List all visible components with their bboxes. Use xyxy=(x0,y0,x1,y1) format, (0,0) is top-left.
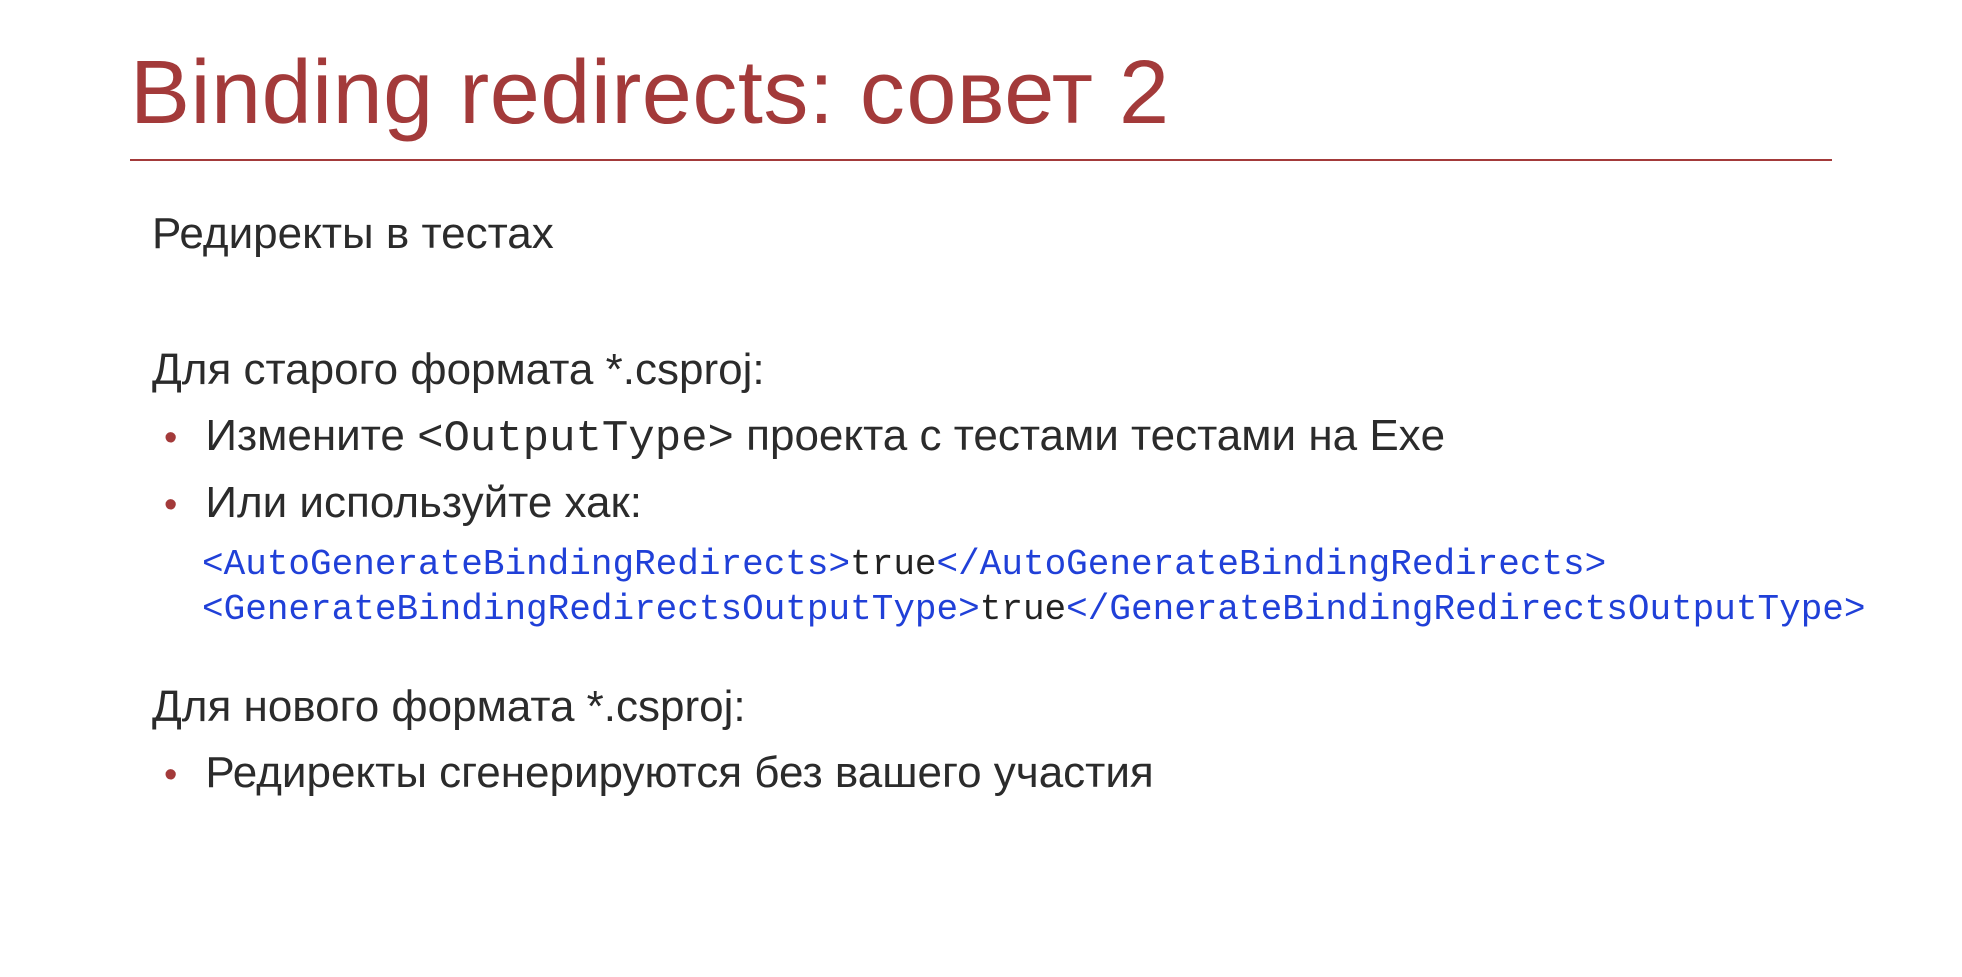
code-block: <AutoGenerateBindingRedirects>true</Auto… xyxy=(202,542,1832,632)
xml-bracket: < xyxy=(202,544,224,585)
text-fragment: проекта с тестами тестами на Exe xyxy=(734,411,1445,460)
list-item: • Редиректы сгенерируются без вашего уча… xyxy=(152,748,1832,798)
section-new-format: Для нового формата *.csproj: xyxy=(152,682,1832,732)
xml-bracket: > xyxy=(1844,589,1866,630)
title-underline xyxy=(130,159,1832,161)
code-line: <AutoGenerateBindingRedirects>true</Auto… xyxy=(202,542,1832,587)
xml-bracket: > xyxy=(829,544,851,585)
bullet-list-old: • Измените <OutputType> проекта с тестам… xyxy=(152,411,1832,528)
xml-tag: AutoGenerateBindingRedirects xyxy=(224,544,829,585)
bullet-text: Редиректы сгенерируются без вашего участ… xyxy=(205,748,1153,798)
text-fragment: Измените xyxy=(205,411,417,460)
xml-bracket: > xyxy=(1585,544,1607,585)
xml-bracket: </ xyxy=(1066,589,1109,630)
code-line: <GenerateBindingRedirectsOutputType>true… xyxy=(202,587,1832,632)
xml-tag: GenerateBindingRedirectsOutputType xyxy=(1109,589,1844,630)
subtitle: Редиректы в тестах xyxy=(152,209,1832,259)
slide-title: Binding redirects: совет 2 xyxy=(130,42,1832,145)
xml-value: true xyxy=(980,589,1066,630)
section-old-format: Для старого формата *.csproj: xyxy=(152,345,1832,395)
list-item: • Или используйте хак: xyxy=(152,478,1832,528)
bullet-list-new: • Редиректы сгенерируются без вашего уча… xyxy=(152,748,1832,798)
code-inline: <OutputType> xyxy=(417,414,734,464)
bullet-text: Или используйте хак: xyxy=(205,478,642,528)
xml-tag: AutoGenerateBindingRedirects xyxy=(980,544,1585,585)
bullet-dot-icon: • xyxy=(164,756,177,794)
bullet-dot-icon: • xyxy=(164,419,177,457)
list-item: • Измените <OutputType> проекта с тестам… xyxy=(152,411,1832,464)
bullet-dot-icon: • xyxy=(164,486,177,524)
bullet-text: Измените <OutputType> проекта с тестами … xyxy=(205,411,1445,464)
xml-bracket: </ xyxy=(937,544,980,585)
slide: Binding redirects: совет 2 Редиректы в т… xyxy=(0,0,1962,798)
xml-value: true xyxy=(850,544,936,585)
xml-bracket: > xyxy=(958,589,980,630)
xml-tag: GenerateBindingRedirectsOutputType xyxy=(224,589,959,630)
xml-bracket: < xyxy=(202,589,224,630)
